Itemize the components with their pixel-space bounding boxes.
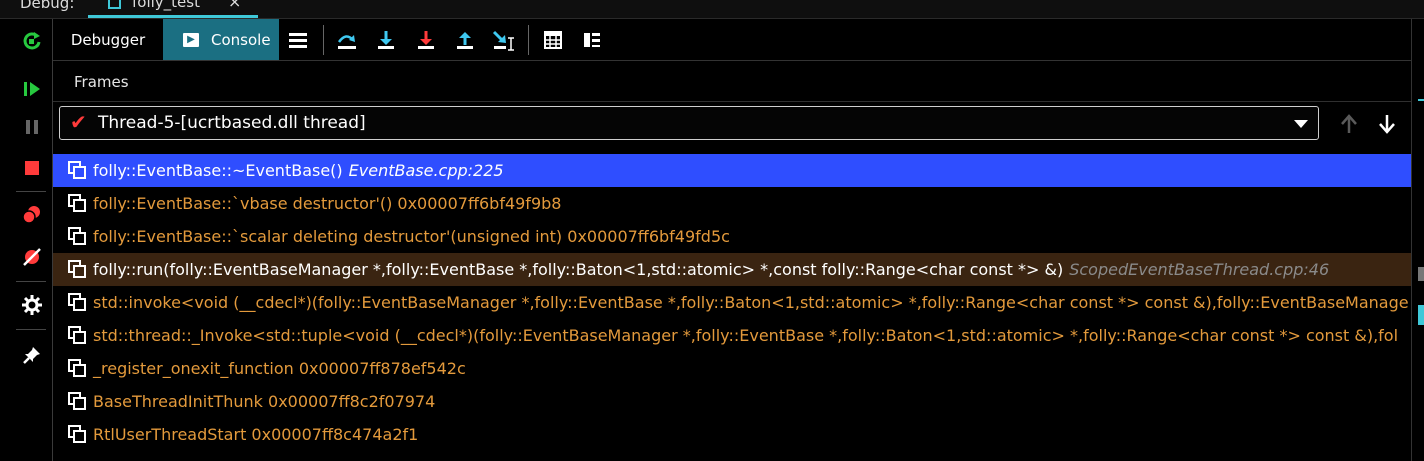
thread-row: ✔ Thread-5-[ucrtbased.dll thread] [53,102,1411,150]
tab-debugger[interactable]: Debugger [53,19,163,60]
frame-name: std::thread::_Invoke<std::tuple<void (__… [93,326,1399,345]
stack-frame-icon [68,325,88,346]
frame-name: BaseThreadInitThunk 0x00007ff8c2f07974 [93,392,436,411]
left-toolbar [0,19,53,461]
pin-icon[interactable] [14,341,50,369]
force-step-into-icon[interactable] [413,27,439,53]
frame-row[interactable]: BaseThreadInitThunk 0x00007ff8c2f07974 [53,385,1411,418]
arrow-down-icon [1379,115,1395,134]
frame-name: folly::run(folly::EventBaseManager *,fol… [93,260,1064,279]
menu-icon[interactable] [285,27,311,53]
console-icon: ▶ [183,32,199,47]
previous-frame-button[interactable] [1335,110,1363,138]
frame-row[interactable]: folly::run(folly::EventBaseManager *,fol… [53,253,1411,286]
frame-name: folly::EventBase::`scalar deleting destr… [93,227,730,246]
thread-selector[interactable]: ✔ Thread-5-[ucrtbased.dll thread] [59,106,1319,140]
toolbar-separator [528,25,529,55]
next-frame-button[interactable] [1373,110,1401,138]
thread-selector-value: Thread-5-[ucrtbased.dll thread] [98,113,366,133]
debugger-main: Debugger ▶ Console Frames ✔ Thread-5-[uc… [53,19,1411,461]
tab-console-label: Console [211,30,271,49]
layout-icon[interactable] [579,27,605,53]
frame-name: folly::EventBase::~EventBase() [93,161,343,180]
panel-edge-mark [1418,267,1424,281]
stack-frame-icon [68,259,88,280]
panel-edge-mark [1418,305,1424,325]
step-over-icon[interactable] [334,27,360,53]
close-icon[interactable]: × [228,0,241,11]
check-icon: ✔ [70,110,87,134]
frame-row[interactable]: folly::EventBase::~EventBase() EventBase… [53,154,1411,187]
stack-frame-icon [68,391,88,412]
frame-name: std::invoke<void (__cdecl*)(folly::Event… [93,293,1409,312]
resume-icon[interactable] [14,75,50,103]
rerun-icon[interactable] [14,27,50,55]
frame-name: RtlUserThreadStart 0x00007ff8c474a2f1 [93,425,419,444]
stack-frame-icon [68,226,88,247]
frames-title: Frames [74,73,129,91]
view-breakpoints-icon[interactable] [14,201,50,229]
frame-row[interactable]: std::thread::_Invoke<std::tuple<void (__… [53,319,1411,352]
right-side-panel-edge [1411,19,1424,461]
toolbar-separator [323,25,324,55]
panel-edge-mark [1418,99,1424,101]
frame-name: _register_onexit_function 0x00007ff878ef… [93,359,466,378]
frame-name: folly::EventBase::`vbase destructor'() 0… [93,194,562,213]
run-config-icon [108,0,121,9]
session-tab-label: folly_test [132,0,200,11]
pause-icon[interactable] [14,113,50,141]
stack-frame-icon [68,424,88,445]
debug-label: Debug: [20,0,75,12]
left-toolbar-separator [16,281,46,282]
run-to-cursor-icon[interactable] [491,27,517,53]
frame-row[interactable]: folly::EventBase::`scalar deleting destr… [53,220,1411,253]
left-toolbar-separator [16,329,46,330]
frame-location: EventBase.cpp:225 [348,161,504,180]
stack-frame-icon [68,292,88,313]
frames-list: folly::EventBase::~EventBase() EventBase… [53,151,1411,461]
arrow-up-icon [1341,114,1357,133]
stack-frame-icon [68,358,88,379]
tab-console[interactable]: ▶ Console [163,19,279,60]
stop-icon[interactable] [14,154,50,182]
tab-debugger-label: Debugger [70,30,146,49]
frame-row[interactable]: std::invoke<void (__cdecl*)(folly::Event… [53,286,1411,319]
frames-header: Frames [53,61,1411,102]
debug-tool-window: Debug: folly_test × Debugger ▶ Console F… [0,0,1424,461]
left-toolbar-separator [16,191,46,192]
evaluate-expression-icon[interactable] [540,27,566,53]
session-tab[interactable]: folly_test × [88,0,258,18]
step-out-icon[interactable] [452,27,478,53]
frame-location: ScopedEventBaseThread.cpp:46 [1069,260,1330,279]
debugger-toolbar: Debugger ▶ Console [53,19,1411,61]
stack-frame-icon [68,193,88,214]
stack-frame-icon [68,160,88,181]
frame-row[interactable]: folly::EventBase::`vbase destructor'() 0… [53,187,1411,220]
debug-tab-strip: Debug: folly_test × [0,0,1424,19]
step-into-icon[interactable] [373,27,399,53]
mute-breakpoints-icon[interactable] [14,243,50,271]
frame-row[interactable]: RtlUserThreadStart 0x00007ff8c474a2f1 [53,418,1411,451]
settings-icon[interactable] [14,291,50,319]
chevron-down-icon [1294,120,1308,128]
frame-row[interactable]: _register_onexit_function 0x00007ff878ef… [53,352,1411,385]
